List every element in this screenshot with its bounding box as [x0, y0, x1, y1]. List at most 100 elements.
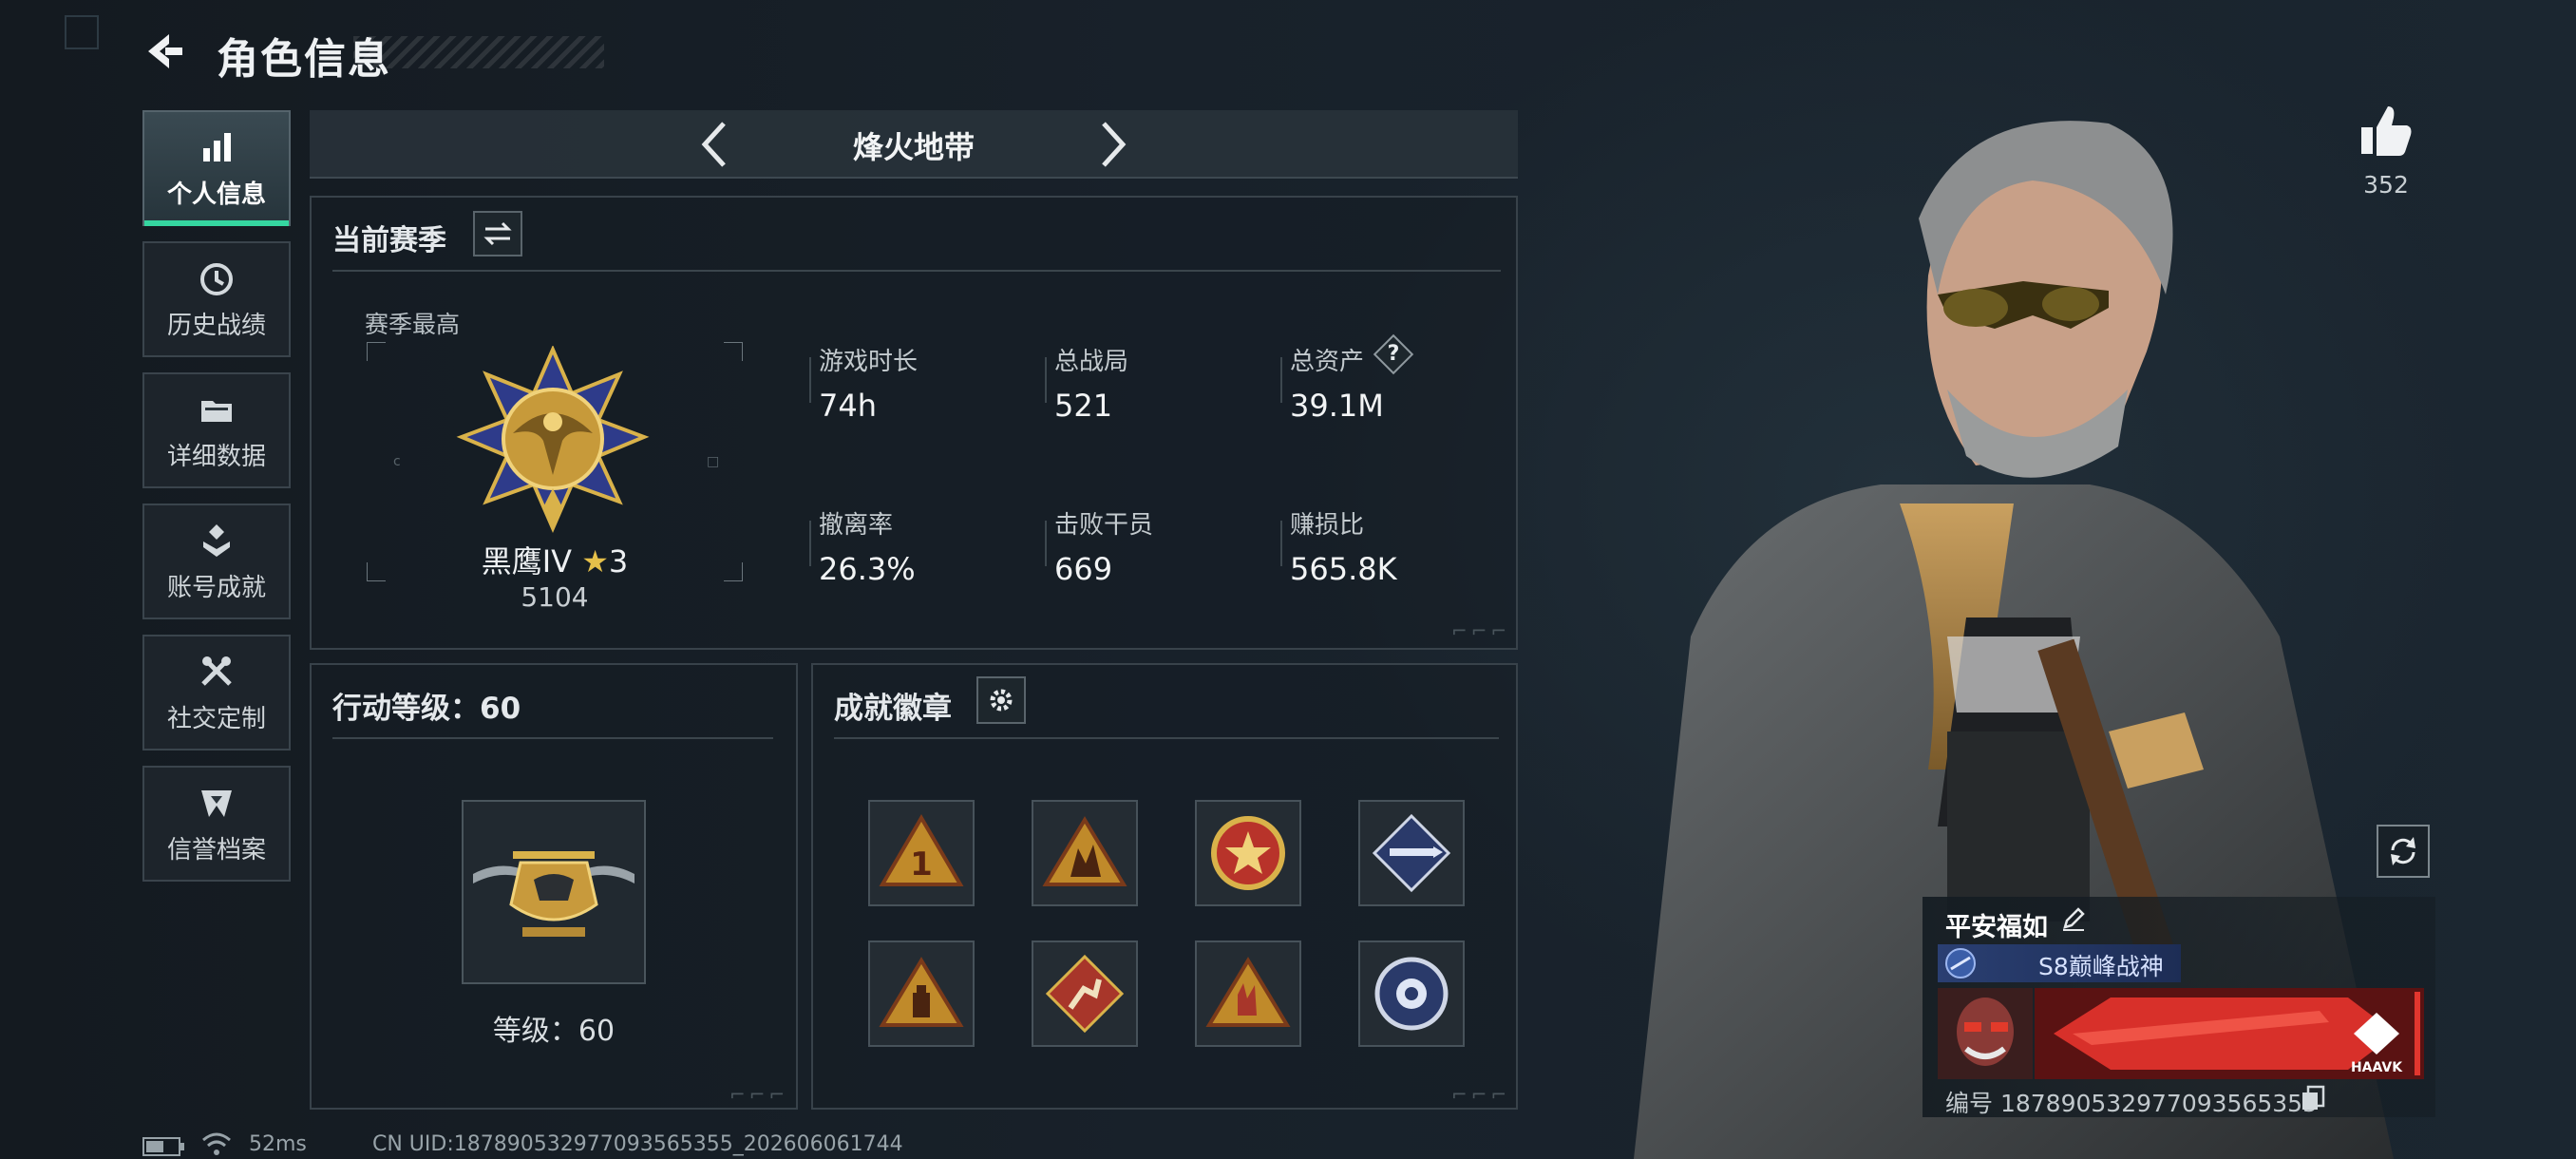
level-text: 等级：60: [492, 1015, 616, 1048]
achievement-badge-star-seal[interactable]: [1195, 800, 1301, 906]
edit-name-button[interactable]: [2059, 904, 2088, 933]
star-seal-badge-icon: [1211, 816, 1285, 890]
rotate-icon: [2391, 837, 2415, 865]
achievement-badge-hand-sign[interactable]: [1195, 940, 1301, 1047]
stat-divider: [809, 521, 811, 566]
sidebar-item-credit[interactable]: 信誉档案: [142, 766, 291, 882]
rank-score: 5104: [521, 581, 589, 613]
stat-divider: [809, 357, 811, 403]
wifi-icon: [202, 1132, 231, 1155]
stat-value-total-assets: 39.1M: [1290, 388, 1384, 424]
achievement-badge-rank-one[interactable]: 1: [868, 800, 975, 906]
player-name: 平安福如: [1945, 913, 2048, 942]
like-count: 352: [2363, 171, 2409, 199]
history-clock-icon: [200, 262, 233, 295]
avatar[interactable]: [1938, 988, 2033, 1079]
svg-text:□: □: [707, 454, 719, 469]
pencil-icon: [2063, 907, 2085, 931]
stat-label-operators-defeated: 击败干员: [1054, 511, 1154, 540]
uid-line: CN UID:187890532977093565355_20260606174…: [372, 1132, 903, 1156]
achievements-settings-button[interactable]: [976, 676, 1026, 724]
chevron-left-icon: [701, 122, 726, 167]
player-id: 编号 1878905329770935653​55: [1945, 1090, 2318, 1117]
corner-decoration: [65, 15, 99, 49]
achievement-badge-flower-seal[interactable]: [1358, 940, 1465, 1047]
stat-label-total-assets: 总资产: [1290, 348, 1365, 376]
level-badge[interactable]: [462, 800, 646, 984]
help-question-icon[interactable]: ?: [1379, 340, 1408, 369]
achievement-icon: [203, 523, 230, 557]
achievement-badge-rocket[interactable]: [1358, 800, 1465, 906]
star-icon: ★: [581, 543, 609, 580]
thumbs-up-icon: [2361, 106, 2412, 156]
stat-label-extract-rate: 撤离率: [819, 511, 894, 540]
sidebar-item-label: 账号成就: [166, 573, 266, 602]
battery-icon: [142, 1137, 184, 1156]
svg-text:c: c: [393, 454, 401, 469]
level-title: 行动等级：60: [332, 692, 521, 726]
divider: [332, 737, 773, 739]
like-button[interactable]: [2358, 103, 2415, 160]
helicopter-badge-icon: [473, 851, 635, 937]
stat-value-operators-defeated: 669: [1054, 551, 1113, 587]
runner-badge-icon: [1045, 954, 1125, 1034]
season-best-label: 赛季最高: [365, 311, 461, 338]
copy-icon[interactable]: [2301, 1085, 2325, 1112]
stat-value-playtime: 74h: [819, 388, 877, 424]
season-switch-button[interactable]: [473, 211, 522, 256]
panel-corner-decoration: ⌐⌐⌐: [1451, 1083, 1511, 1106]
achievement-badge-squad[interactable]: [1032, 800, 1138, 906]
sidebar-item-label: 历史战绩: [166, 311, 266, 340]
folder-icon: [201, 400, 232, 422]
divider: [834, 737, 1499, 739]
panel-corner-decoration: ⌐⌐⌐: [729, 1083, 789, 1106]
stat-value-profit-ratio: 565.8K: [1290, 551, 1397, 587]
stat-value-total-matches: 521: [1054, 388, 1113, 424]
panel-corner-decoration: ⌐⌐⌐: [1451, 619, 1511, 642]
chevron-right-icon: [1102, 122, 1127, 167]
achievements-title: 成就徽章: [834, 692, 952, 726]
sidebar-item-personal-info[interactable]: 个人信息: [142, 110, 291, 226]
rotate-model-button[interactable]: [2377, 825, 2430, 878]
nameplate-text: HAAVK: [2351, 1060, 2403, 1075]
gear-icon: [990, 689, 1013, 712]
title-decoration: [353, 36, 604, 68]
rank-stars: 3: [608, 543, 629, 580]
sidebar-item-history[interactable]: 历史战绩: [142, 241, 291, 357]
season-title: 当前赛季: [332, 224, 446, 257]
bar-chart-icon: [203, 132, 231, 162]
swap-arrows-icon: [483, 221, 512, 246]
stat-value-extract-rate: 26.3%: [819, 551, 916, 587]
achievement-badge-supply[interactable]: [868, 940, 975, 1047]
hand-sign-badge-icon: [1205, 957, 1291, 1027]
sidebar-item-label: 详细数据: [166, 442, 266, 471]
nameplate-banner: HAAVK: [2035, 988, 2424, 1079]
back-arrow-icon: [148, 34, 182, 68]
stat-divider: [1045, 357, 1047, 403]
stat-label-profit-ratio: 赚损比: [1290, 511, 1365, 540]
sidebar-item-label: 社交定制: [166, 704, 266, 733]
credit-shield-icon: [201, 789, 232, 817]
title-badge-emblem-icon: [1945, 948, 1976, 978]
mode-next-button[interactable]: [1092, 118, 1134, 171]
sidebar-item-label: 信誉档案: [166, 835, 266, 864]
sidebar-item-detailed-data[interactable]: 详细数据: [142, 372, 291, 488]
flower-seal-badge-icon: [1374, 957, 1449, 1031]
tools-icon: [201, 656, 232, 686]
svg-text:1: 1: [910, 846, 933, 884]
back-button[interactable]: [141, 28, 186, 74]
rocket-badge-icon: [1372, 813, 1451, 893]
squad-badge-icon: [1042, 816, 1127, 886]
mode-name: 烽火地带: [852, 129, 975, 165]
rank-name-text: 黑鹰IV: [481, 543, 573, 580]
achievement-badge-runner[interactable]: [1032, 940, 1138, 1047]
sidebar-item-label: 个人信息: [166, 180, 266, 209]
stat-divider: [1280, 357, 1282, 403]
mode-prev-button[interactable]: [693, 118, 735, 171]
sidebar-item-achievements[interactable]: 账号成就: [142, 504, 291, 619]
stat-label-playtime: 游戏时长: [819, 348, 919, 376]
stat-label-total-matches: 总战局: [1054, 348, 1129, 376]
divider: [332, 270, 1501, 272]
sidebar-item-social[interactable]: 社交定制: [142, 635, 291, 750]
rank-emblem-icon: [456, 346, 650, 534]
